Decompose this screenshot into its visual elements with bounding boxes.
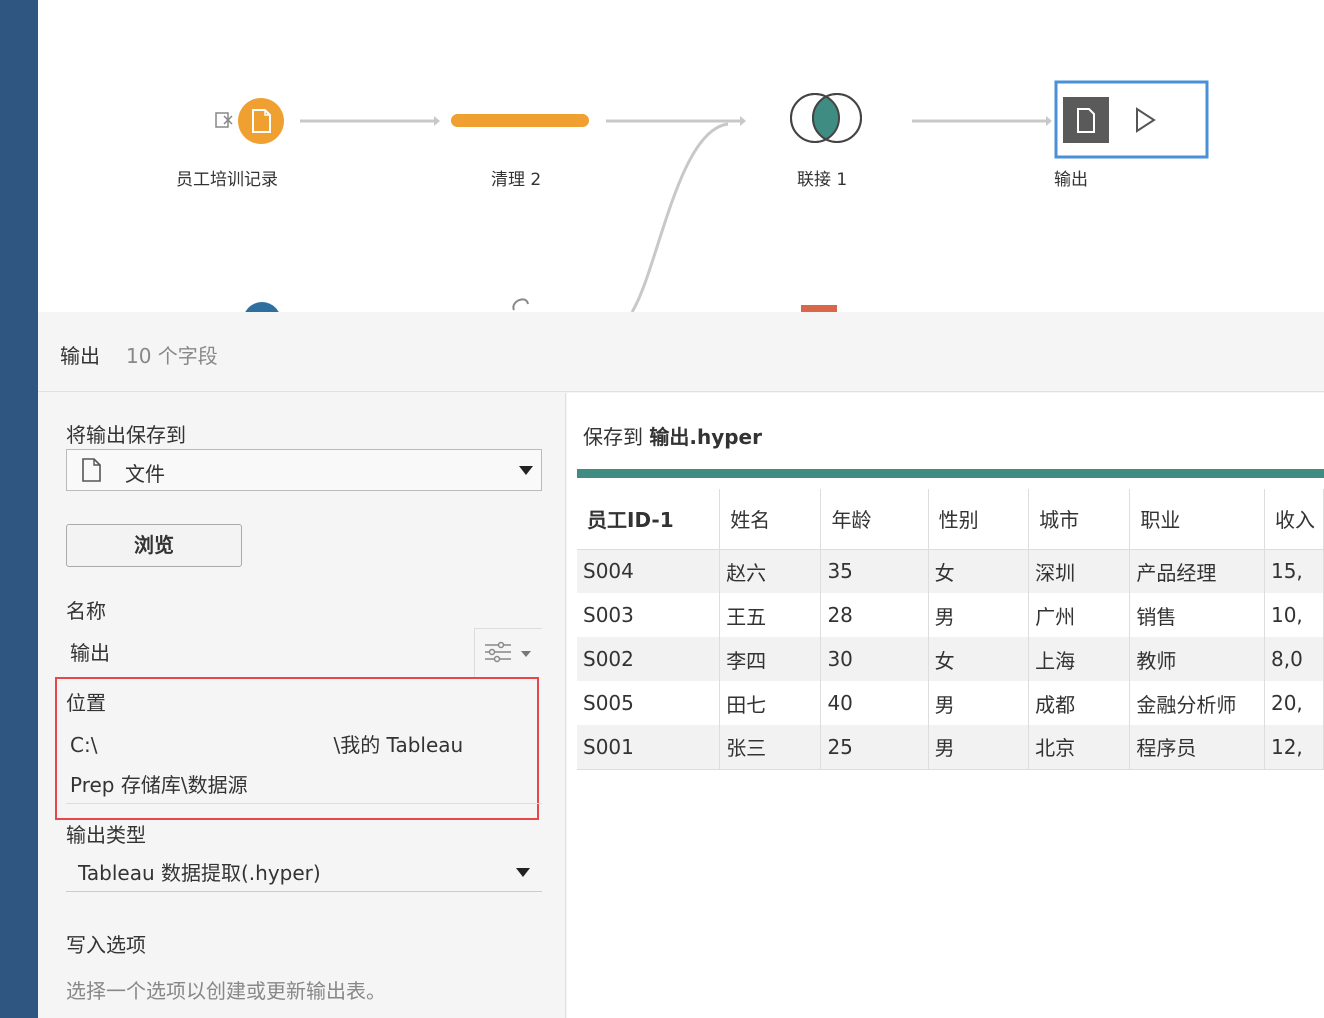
- preview-file-name: 输出.hyper: [649, 425, 762, 449]
- preview-table: 员工ID-1 姓名 年龄 性别 城市 职业 收入 S004 赵六 35 女 深圳…: [577, 489, 1324, 770]
- field-count: 10 个字段: [126, 344, 218, 368]
- table-cell: 赵六: [719, 549, 822, 593]
- table-cell: 产品经理: [1129, 549, 1265, 593]
- table-cell: 8,0: [1264, 637, 1324, 681]
- save-to-value: 文件: [125, 462, 165, 486]
- write-options-hint: 选择一个选项以创建或更新输出表。: [66, 979, 386, 1003]
- table-cell: 王五: [719, 593, 822, 637]
- write-options-label: 写入选项: [66, 933, 146, 957]
- table-header-row: 员工ID-1 姓名 年龄 性别 城市 职业 收入: [577, 489, 1324, 550]
- table-cell: 女: [928, 549, 1030, 593]
- table-cell: 男: [928, 725, 1030, 770]
- column-header[interactable]: 姓名: [719, 489, 822, 550]
- save-to-label: 将输出保存到: [66, 423, 186, 447]
- location-path-end: \我的 Tableau: [333, 733, 464, 757]
- flow-graph: [215, 80, 1209, 312]
- output-type-dropdown[interactable]: Tableau 数据提取(.hyper): [78, 857, 321, 886]
- table-cell: S005: [577, 681, 721, 725]
- table-cell: S004: [577, 549, 721, 593]
- chevron-down-icon: [521, 651, 531, 657]
- table-cell: S001: [577, 725, 721, 770]
- table-cell: 程序员: [1129, 725, 1265, 770]
- node-label-input: 员工培训记录: [176, 170, 278, 190]
- table-cell: 男: [928, 593, 1030, 637]
- settings-pane: 将输出保存到 文件 浏览 名称 输出 位置 C:\ \我的 Tableau Pr…: [38, 393, 566, 1018]
- divider: [66, 803, 542, 804]
- table-cell: 15,: [1264, 549, 1324, 593]
- file-icon: [82, 458, 101, 482]
- table-cell: 教师: [1129, 637, 1265, 681]
- table-cell: 李四: [719, 637, 822, 681]
- preview-title: 保存到 输出.hyper: [583, 421, 762, 450]
- partial-node-icon: [801, 305, 837, 312]
- table-cell: 广州: [1028, 593, 1131, 637]
- table-cell: 男: [928, 681, 1030, 725]
- column-header[interactable]: 城市: [1028, 489, 1131, 550]
- column-header[interactable]: 收入: [1264, 489, 1324, 550]
- table-cell: 女: [928, 637, 1030, 681]
- preview-title-prefix: 保存到: [583, 425, 643, 449]
- name-label: 名称: [66, 599, 106, 623]
- left-sidebar: [0, 0, 38, 1018]
- table-cell: 北京: [1028, 725, 1131, 770]
- browse-button[interactable]: 浏览: [66, 524, 242, 567]
- location-path-start: C:\: [70, 733, 98, 757]
- table-cell: S002: [577, 637, 721, 681]
- table-cell: 金融分析师: [1129, 681, 1265, 725]
- table-row: S002 李四 30 女 上海 教师 8,0: [577, 637, 1324, 681]
- node-label-join: 联接 1: [797, 170, 848, 190]
- location-label: 位置: [66, 691, 106, 715]
- table-cell: 上海: [1028, 637, 1131, 681]
- table-cell: 28: [820, 593, 929, 637]
- table-cell: 10,: [1264, 593, 1324, 637]
- table-row: S005 田七 40 男 成都 金融分析师 20,: [577, 681, 1324, 725]
- column-header[interactable]: 年龄: [820, 489, 929, 550]
- preview-pane: 保存到 输出.hyper 员工ID-1 姓名 年龄 性别 城市 职业 收入 S0…: [567, 393, 1324, 1018]
- table-row: S004 赵六 35 女 深圳 产品经理 15,: [577, 549, 1324, 593]
- table-cell: S003: [577, 593, 721, 637]
- connector-4: [630, 122, 729, 312]
- table-cell: 35: [820, 549, 929, 593]
- table-cell: 销售: [1129, 593, 1265, 637]
- run-flow-icon[interactable]: [1136, 107, 1156, 133]
- flow-canvas[interactable]: 员工培训记录 清理 2 联接 1 输出: [38, 0, 1324, 312]
- node-label-output: 输出: [1054, 170, 1088, 190]
- output-file-icon: [1063, 97, 1109, 143]
- column-header[interactable]: 职业: [1129, 489, 1265, 550]
- column-header[interactable]: 员工ID-1: [577, 489, 721, 550]
- table-cell: 30: [820, 637, 929, 681]
- table-cell: 12,: [1264, 725, 1324, 770]
- panel-title: 输出: [60, 344, 100, 368]
- node-label-clean: 清理 2: [491, 170, 542, 190]
- paperclip-icon: [512, 298, 529, 311]
- divider: [66, 891, 542, 892]
- name-input[interactable]: 输出: [70, 637, 110, 666]
- output-panel: 输出 10 个字段 将输出保存到 文件 浏览 名称 输出 位置 C:\ \我的 …: [38, 312, 1324, 1018]
- sliders-icon: [485, 641, 511, 663]
- output-type-label: 输出类型: [66, 823, 146, 847]
- table-cell: 20,: [1264, 681, 1324, 725]
- table-cell: 田七: [719, 681, 822, 725]
- partial-node-icon: [245, 302, 279, 312]
- preview-accent-bar: [577, 469, 1324, 478]
- table-cell: 深圳: [1028, 549, 1131, 593]
- panel-header: 输出 10 个字段: [38, 312, 1324, 392]
- name-options-button[interactable]: [474, 628, 542, 678]
- location-path-line2[interactable]: Prep 存储库\数据源: [70, 769, 248, 798]
- column-header[interactable]: 性别: [928, 489, 1030, 550]
- table-row: S001 张三 25 男 北京 程序员 12,: [577, 725, 1324, 770]
- table-cell: 成都: [1028, 681, 1131, 725]
- chevron-down-icon[interactable]: [516, 868, 530, 877]
- save-to-dropdown[interactable]: 文件: [66, 449, 542, 491]
- input-file-node-icon[interactable]: [238, 98, 284, 144]
- location-path-line1[interactable]: C:\ \我的 Tableau: [70, 729, 463, 758]
- table-cell: 25: [820, 725, 929, 770]
- join-icon[interactable]: [790, 93, 862, 143]
- table-cell: 40: [820, 681, 929, 725]
- remove-input-icon: [215, 112, 233, 128]
- chevron-down-icon: [519, 466, 533, 475]
- table-row: S003 王五 28 男 广州 销售 10,: [577, 593, 1324, 637]
- table-cell: 张三: [719, 725, 822, 770]
- clean-step-bar[interactable]: [451, 114, 589, 127]
